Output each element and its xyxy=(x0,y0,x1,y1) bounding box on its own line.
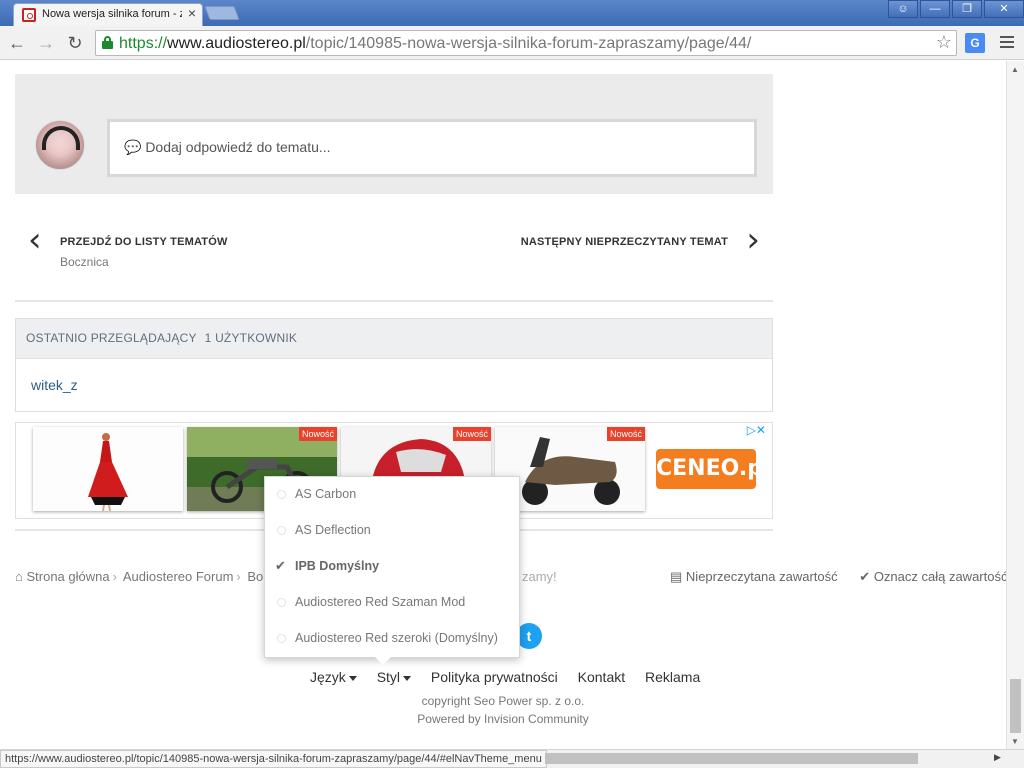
privacy-link[interactable]: Polityka prywatności xyxy=(431,669,558,685)
recent-viewers-panel: OSTATNIO PRZEGLĄDAJĄCY 1 UŻYTKOWNIK witek… xyxy=(15,318,773,412)
tab-title: Nowa wersja silnika forum - z xyxy=(42,8,182,20)
theme-option[interactable]: AS Deflection xyxy=(265,513,521,549)
close-tab-icon[interactable]: × xyxy=(188,5,196,21)
browser-tab[interactable]: Nowa wersja silnika forum - z × xyxy=(13,3,203,26)
scroll-down-icon[interactable]: ▼ xyxy=(1011,737,1019,746)
check-icon: ✔ xyxy=(859,569,871,584)
status-bar: https://www.audiostereo.pl/topic/140985-… xyxy=(0,749,1024,768)
reply-input[interactable]: 💬 Dodaj odpowiedź do tematu... xyxy=(107,119,757,177)
theme-option[interactable]: Audiostereo Red szeroki (Domyślny) xyxy=(265,621,521,657)
window-controls: ☺ — ❐ ✕ xyxy=(886,0,1024,20)
horizontal-scroll-thumb[interactable] xyxy=(545,753,918,764)
new-badge: Nowość xyxy=(298,427,337,441)
breadcrumb-section[interactable]: Bo xyxy=(247,569,263,584)
close-window-button[interactable]: ✕ xyxy=(984,0,1024,18)
back-arrow-icon[interactable]: ← xyxy=(6,32,28,54)
scroll-right-icon[interactable]: ▶ xyxy=(994,752,1001,763)
caret-down-icon xyxy=(348,675,357,681)
status-url: https://www.audiostereo.pl/topic/140985-… xyxy=(0,750,547,768)
new-badge: Nowość xyxy=(606,427,645,441)
scroll-up-icon[interactable]: ▲ xyxy=(1011,65,1019,74)
chevron-right-icon[interactable]: › xyxy=(746,223,760,257)
new-tab-button[interactable] xyxy=(204,6,240,20)
mark-all-read-link[interactable]: Oznacz całą zawartość ja xyxy=(874,569,1006,584)
chrome-menu-icon[interactable] xyxy=(1000,36,1014,51)
browser-toolbar: ← → ↻ https://www.audiostereo.pl/topic/1… xyxy=(0,26,1024,60)
address-bar[interactable]: https://www.audiostereo.pl/topic/140985-… xyxy=(95,30,957,56)
unread-content-link[interactable]: Nieprzeczytana zawartość xyxy=(686,569,838,584)
scroll-thumb[interactable] xyxy=(1010,679,1021,733)
next-unread-topic-link[interactable]: NASTĘPNY NIEPRZECZYTANY TEMAT xyxy=(521,236,728,248)
page-viewport: 💬 Dodaj odpowiedź do tematu... ‹ PRZEJDŹ… xyxy=(0,61,1006,749)
footer-nav: Język Styl Polityka prywatności Kontakt … xyxy=(310,669,716,685)
reload-icon[interactable]: ↻ xyxy=(64,32,86,54)
topic-pager: ‹ PRZEJDŹ DO LISTY TEMATÓW Bocznica NAST… xyxy=(15,211,773,271)
theme-menu: AS Carbon AS Deflection ✔ IPB Domyślny A… xyxy=(264,476,521,665)
prev-topic-link[interactable]: PRZEJDŹ DO LISTY TEMATÓW xyxy=(60,236,228,248)
radio-icon xyxy=(277,598,286,607)
radio-icon xyxy=(277,526,286,535)
ceneo-logo[interactable]: CENEO.pl xyxy=(656,449,770,489)
ad-choices-icon[interactable]: ▷✕ xyxy=(747,423,766,437)
ad-dress-image[interactable] xyxy=(33,427,183,511)
bookmark-star-icon[interactable]: ☆ xyxy=(936,32,952,53)
check-icon: ✔ xyxy=(275,558,286,573)
breadcrumb: ⌂ Strona główna › Audiostereo Forum › Bo z… xyxy=(15,569,557,584)
radio-icon xyxy=(277,490,286,499)
home-icon: ⌂ xyxy=(15,569,23,584)
lock-icon xyxy=(102,36,113,49)
url-text[interactable]: https://www.audiostereo.pl/topic/140985-… xyxy=(119,35,751,53)
user-profile-button[interactable]: ☺ xyxy=(888,0,918,18)
copyright: copyright Seo Power sp. z o.o. xyxy=(421,694,585,708)
translate-icon[interactable]: G xyxy=(965,33,985,53)
radio-icon xyxy=(277,634,286,643)
chevron-left-icon[interactable]: ‹ xyxy=(28,223,42,257)
viewer-user-link[interactable]: witek_z xyxy=(31,377,78,393)
contact-link[interactable]: Kontakt xyxy=(578,669,625,685)
caret-down-icon xyxy=(403,675,412,681)
theme-option-selected[interactable]: ✔ IPB Domyślny xyxy=(265,549,521,585)
reply-placeholder: 💬 Dodaj odpowiedź do tematu... xyxy=(124,139,331,155)
breadcrumb-topic-tail[interactable]: zamy! xyxy=(522,569,557,584)
theme-option[interactable]: Audiostereo Red Szaman Mod xyxy=(265,585,521,621)
prev-topic-sub[interactable]: Bocznica xyxy=(60,255,109,269)
ads-link[interactable]: Reklama xyxy=(645,669,700,685)
headphones-icon xyxy=(42,126,80,150)
powered-by[interactable]: Powered by Invision Community xyxy=(0,712,1006,726)
style-menu[interactable]: Styl xyxy=(377,669,412,685)
menu-pointer xyxy=(375,657,391,665)
viewer-count: 1 UŻYTKOWNIK xyxy=(204,331,298,345)
unread-icon: ▤ xyxy=(670,569,683,584)
theme-option[interactable]: AS Carbon xyxy=(265,477,521,513)
vertical-scrollbar[interactable]: ▲ ▼ xyxy=(1006,61,1024,749)
divider xyxy=(15,300,773,302)
restore-button[interactable]: ❐ xyxy=(952,0,982,18)
browser-titlebar: Nowa wersja silnika forum - z × ☺ — ❐ ✕ xyxy=(0,0,1024,26)
recent-viewers-heading: OSTATNIO PRZEGLĄDAJĄCY 1 UŻYTKOWNIK xyxy=(16,319,772,359)
breadcrumb-home[interactable]: Strona główna xyxy=(26,569,109,584)
footer-quick-links: ▤ Nieprzeczytana zawartość ✔ Oznacz całą… xyxy=(670,569,1006,585)
forward-arrow-icon[interactable]: → xyxy=(35,32,57,54)
site-favicon-icon xyxy=(22,8,36,22)
reply-area: 💬 Dodaj odpowiedź do tematu... xyxy=(15,74,773,194)
minimize-button[interactable]: — xyxy=(920,0,950,18)
breadcrumb-forum[interactable]: Audiostereo Forum xyxy=(123,569,234,584)
user-avatar xyxy=(35,120,85,170)
language-menu[interactable]: Język xyxy=(310,669,357,685)
new-badge: Nowość xyxy=(452,427,491,441)
